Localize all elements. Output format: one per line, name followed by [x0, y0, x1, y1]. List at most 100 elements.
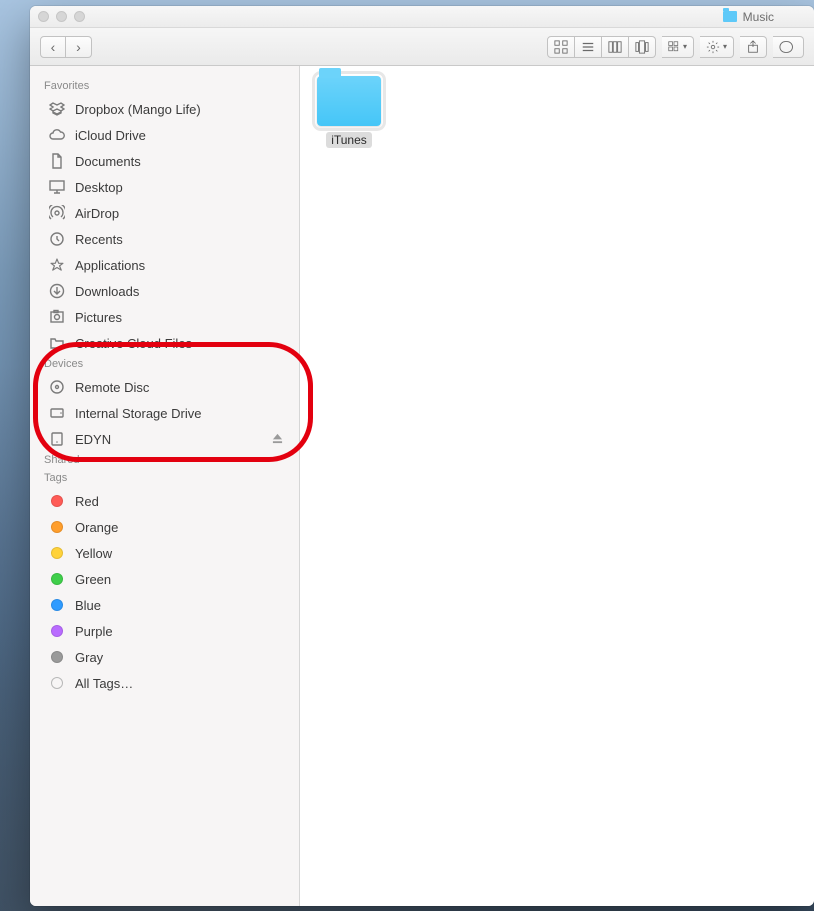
- folder-icon: [48, 334, 66, 352]
- gear-icon: [706, 40, 720, 54]
- drive-icon: [48, 404, 66, 422]
- sidebar-item-creative-cloud-files[interactable]: Creative Cloud Files: [30, 330, 299, 356]
- tag-green[interactable]: Green: [30, 566, 299, 592]
- tag-color-icon: [48, 648, 66, 666]
- sidebar-item-pictures[interactable]: Pictures: [30, 304, 299, 330]
- grid-icon: [554, 40, 568, 54]
- back-button[interactable]: ‹: [40, 36, 66, 58]
- sidebar-item-label: Desktop: [75, 180, 123, 195]
- tag-blue[interactable]: Blue: [30, 592, 299, 618]
- tag-red[interactable]: Red: [30, 488, 299, 514]
- toolbar: ‹ › ▾ ▾: [30, 28, 814, 66]
- external-icon: [48, 430, 66, 448]
- folder-item-itunes[interactable]: iTunes: [314, 76, 384, 148]
- forward-button[interactable]: ›: [66, 36, 92, 58]
- sidebar-item-label: Dropbox (Mango Life): [75, 102, 201, 117]
- sidebar-item-applications[interactable]: Applications: [30, 252, 299, 278]
- sidebar-item-label: Applications: [75, 258, 145, 273]
- coverflow-icon: [635, 40, 649, 54]
- titlebar: Music: [30, 6, 814, 28]
- tag-color-icon: [48, 622, 66, 640]
- document-icon: [48, 152, 66, 170]
- zoom-window-button[interactable]: [74, 11, 85, 22]
- tag-color-icon: [48, 544, 66, 562]
- tag-label: Green: [75, 572, 111, 587]
- tag-dot-icon: [51, 625, 63, 637]
- tag-dot-icon: [51, 547, 63, 559]
- sidebar-item-label: Remote Disc: [75, 380, 149, 395]
- section-header-favorites: Favorites: [30, 78, 299, 96]
- column-view-button[interactable]: [602, 36, 629, 58]
- finder-window: Music ‹ › ▾: [30, 6, 814, 906]
- sidebar-item-documents[interactable]: Documents: [30, 148, 299, 174]
- arrange-icon: [668, 40, 680, 54]
- airdrop-icon: [48, 204, 66, 222]
- section-header-tags: Tags: [30, 470, 299, 488]
- sidebar-item-dropbox-mango-life-[interactable]: Dropbox (Mango Life): [30, 96, 299, 122]
- all-tags-icon: [48, 674, 66, 692]
- sidebar-item-airdrop[interactable]: AirDrop: [30, 200, 299, 226]
- share-button[interactable]: [740, 36, 767, 58]
- minimize-window-button[interactable]: [56, 11, 67, 22]
- tag-label: Blue: [75, 598, 101, 613]
- sidebar-item-label: EDYN: [75, 432, 111, 447]
- recents-icon: [48, 230, 66, 248]
- gallery-view-button[interactable]: [629, 36, 656, 58]
- item-label: iTunes: [326, 132, 372, 148]
- tag-label: Yellow: [75, 546, 112, 561]
- share-icon: [746, 40, 760, 54]
- sidebar-item-label: AirDrop: [75, 206, 119, 221]
- sidebar-item-label: Documents: [75, 154, 141, 169]
- sidebar-item-edyn[interactable]: EDYN: [30, 426, 299, 452]
- window-title: Music: [743, 10, 774, 24]
- tag-gray[interactable]: Gray: [30, 644, 299, 670]
- arrange-button[interactable]: ▾: [662, 36, 694, 58]
- tag-color-icon: [48, 518, 66, 536]
- tag-dot-icon: [51, 573, 63, 585]
- cloud-icon: [48, 126, 66, 144]
- disc-icon: [48, 378, 66, 396]
- close-window-button[interactable]: [38, 11, 49, 22]
- sidebar-item-desktop[interactable]: Desktop: [30, 174, 299, 200]
- view-mode-group: [547, 36, 656, 58]
- sidebar-item-icloud-drive[interactable]: iCloud Drive: [30, 122, 299, 148]
- tag-orange[interactable]: Orange: [30, 514, 299, 540]
- tags-button[interactable]: [773, 36, 804, 58]
- tag-label: Orange: [75, 520, 118, 535]
- icon-view-button[interactable]: [547, 36, 575, 58]
- sidebar-item-remote-disc[interactable]: Remote Disc: [30, 374, 299, 400]
- sidebar-item-label: iCloud Drive: [75, 128, 146, 143]
- tag-label: Gray: [75, 650, 103, 665]
- sidebar-item-label: Downloads: [75, 284, 139, 299]
- tag-label: Red: [75, 494, 99, 509]
- desktop-icon: [48, 178, 66, 196]
- content-area[interactable]: iTunes: [300, 66, 814, 906]
- tag-color-icon: [48, 492, 66, 510]
- all-tags-label: All Tags…: [75, 676, 133, 691]
- tag-dot-icon: [51, 495, 63, 507]
- tag-purple[interactable]: Purple: [30, 618, 299, 644]
- eject-icon[interactable]: [272, 432, 283, 447]
- tag-dot-icon: [51, 521, 63, 533]
- list-icon: [581, 40, 595, 54]
- sidebar-item-label: Pictures: [75, 310, 122, 325]
- list-view-button[interactable]: [575, 36, 602, 58]
- section-header-shared: Shared: [30, 452, 299, 470]
- sidebar-item-recents[interactable]: Recents: [30, 226, 299, 252]
- applications-icon: [48, 256, 66, 274]
- section-header-devices: Devices: [30, 356, 299, 374]
- window-controls: [38, 11, 85, 22]
- music-folder-icon: [723, 11, 737, 22]
- tag-icon: [779, 40, 797, 54]
- pictures-icon: [48, 308, 66, 326]
- tag-dot-icon: [51, 651, 63, 663]
- tag-color-icon: [48, 596, 66, 614]
- folder-icon: [317, 76, 381, 126]
- sidebar-item-all-tags[interactable]: All Tags…: [30, 670, 299, 696]
- downloads-icon: [48, 282, 66, 300]
- sidebar: Favorites Dropbox (Mango Life) iCloud Driv…: [30, 66, 300, 906]
- action-button[interactable]: ▾: [700, 36, 734, 58]
- sidebar-item-downloads[interactable]: Downloads: [30, 278, 299, 304]
- sidebar-item-internal-storage-drive[interactable]: Internal Storage Drive: [30, 400, 299, 426]
- tag-yellow[interactable]: Yellow: [30, 540, 299, 566]
